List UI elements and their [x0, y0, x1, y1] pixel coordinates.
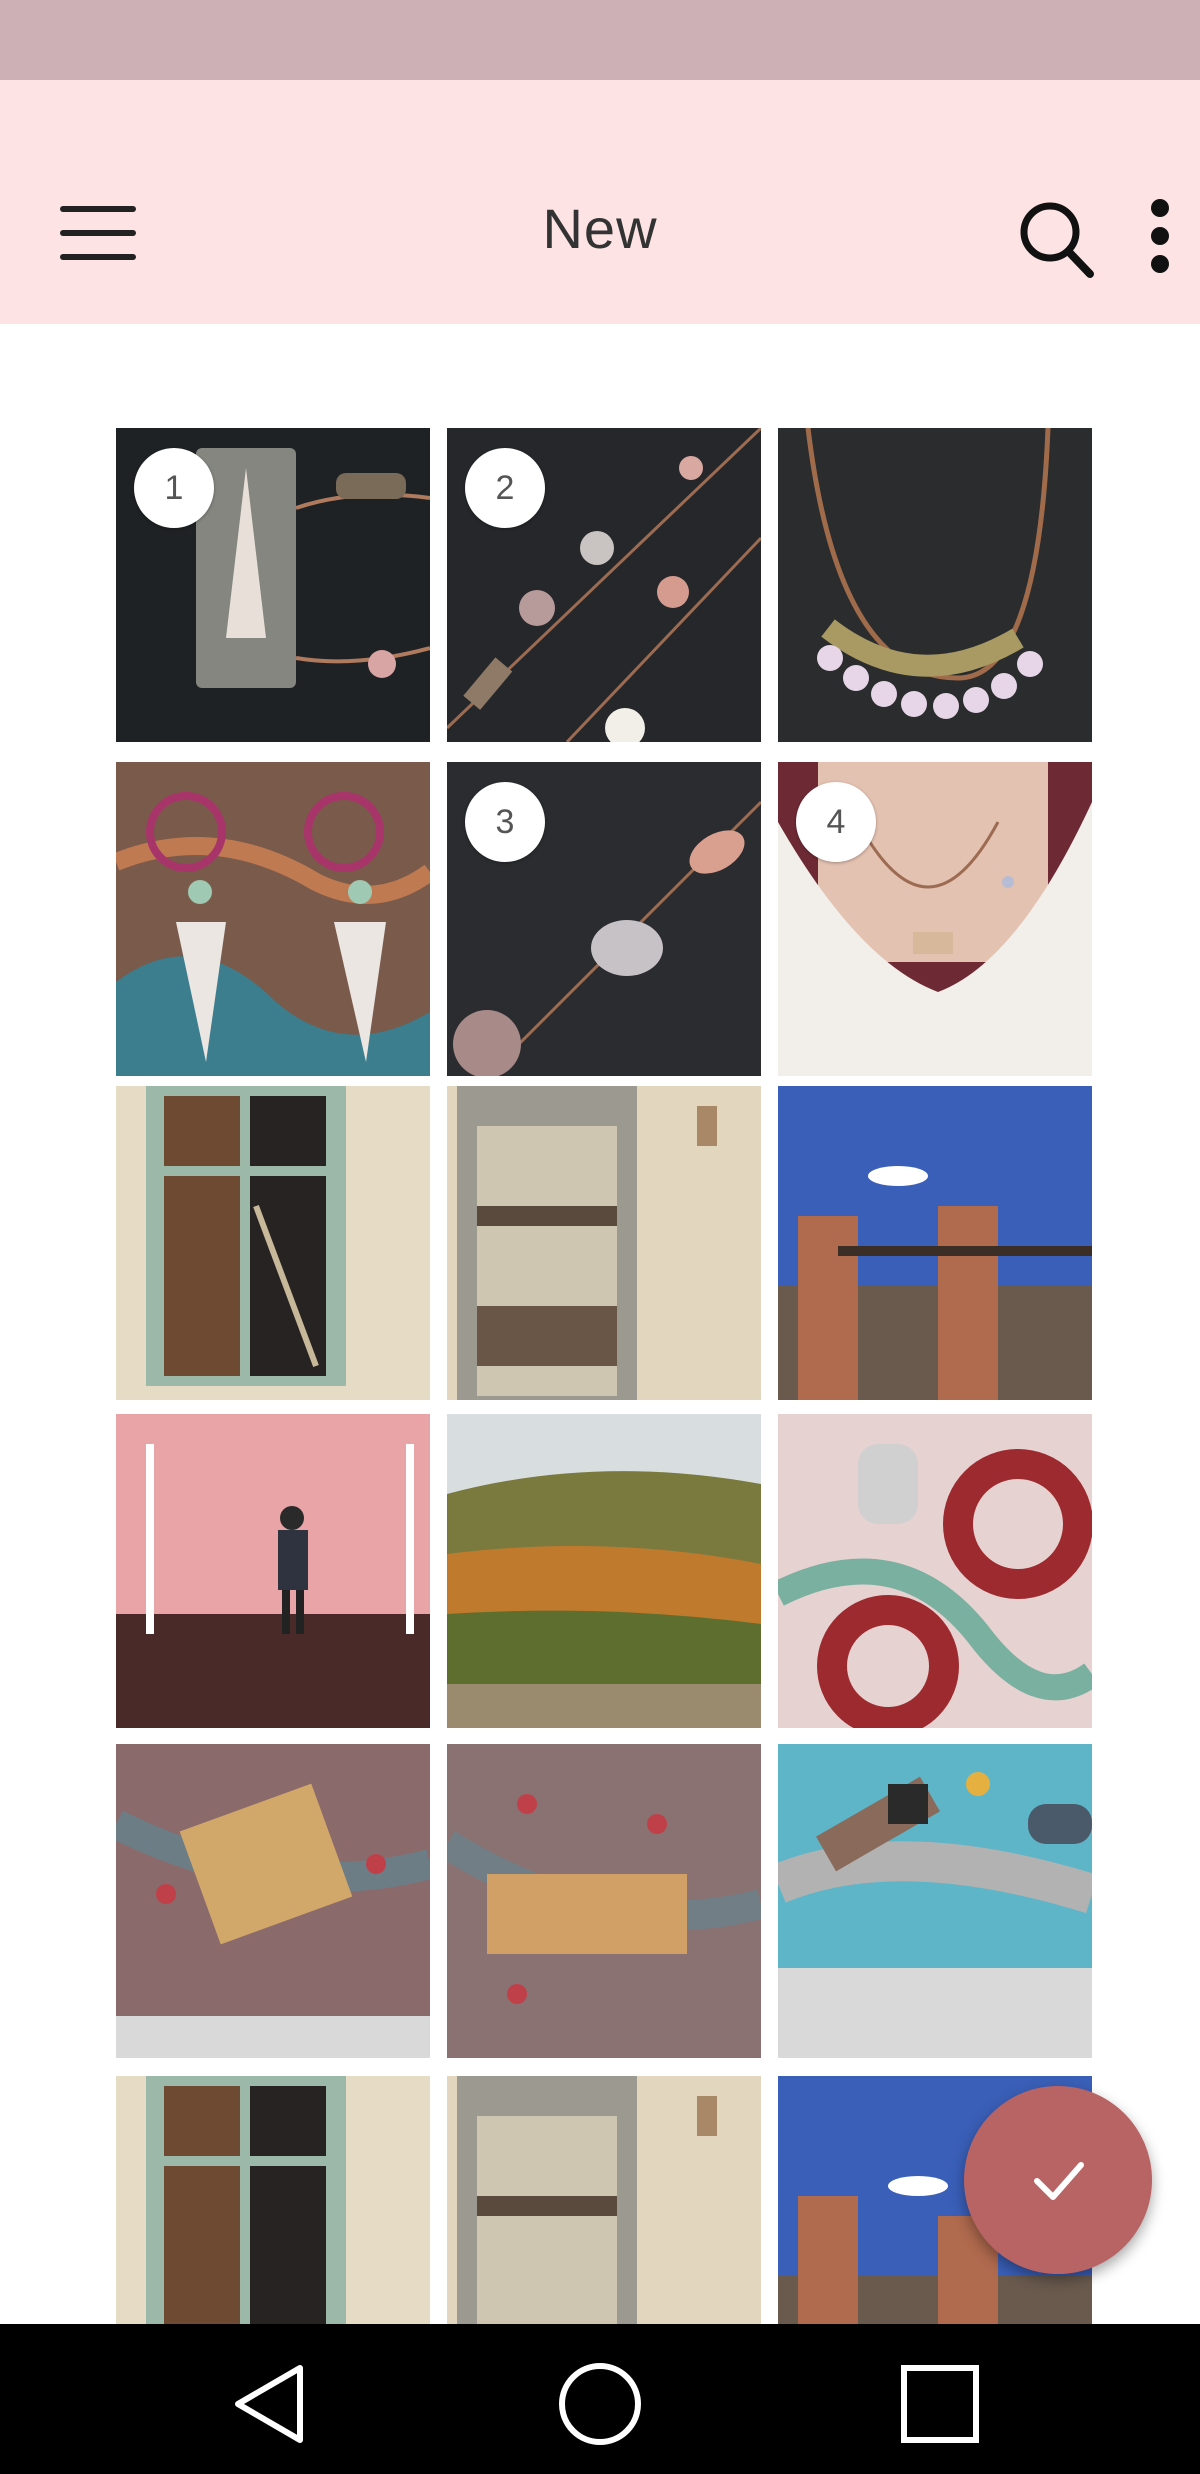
- more-vert-icon: [1151, 199, 1169, 273]
- photo-tile[interactable]: [778, 1744, 1092, 2058]
- red-ring-earrings-image: [778, 1414, 1092, 1728]
- system-navigation-bar: [0, 2324, 1200, 2474]
- weathered-door-image: [447, 1086, 761, 1400]
- recents-button[interactable]: [880, 2354, 1000, 2454]
- brick-ruins-image: [778, 1086, 1092, 1400]
- home-button[interactable]: [540, 2354, 660, 2454]
- selection-order-badge: 1: [134, 448, 214, 528]
- weathered-door-image-2: [447, 2076, 761, 2324]
- person-neon-room-image: [116, 1414, 430, 1728]
- old-window-image: [116, 1086, 430, 1400]
- photo-tile[interactable]: 2: [447, 428, 761, 742]
- brass-bar-bracelet-image: [116, 1744, 430, 2016]
- photo-tile[interactable]: [778, 1086, 1092, 1400]
- home-circle-icon: [559, 2363, 641, 2445]
- photo-tile[interactable]: 3: [447, 762, 761, 1076]
- photo-tile[interactable]: [116, 762, 430, 1076]
- hoop-earrings-image: [116, 762, 430, 1076]
- back-button[interactable]: [210, 2354, 330, 2454]
- photo-tile[interactable]: [116, 2076, 430, 2324]
- search-button[interactable]: [1012, 192, 1102, 282]
- search-icon: [1020, 202, 1094, 278]
- status-bar: [0, 0, 1200, 80]
- photo-tile[interactable]: [116, 1414, 430, 1728]
- photo-tile[interactable]: 4: [778, 762, 1092, 1076]
- photo-tile[interactable]: [447, 1086, 761, 1400]
- more-options-button[interactable]: [1130, 192, 1190, 282]
- confirm-selection-button[interactable]: [964, 2086, 1152, 2274]
- photo-tile[interactable]: [447, 2076, 761, 2324]
- back-triangle-icon: [235, 2365, 303, 2443]
- photo-tile[interactable]: [447, 1414, 761, 1728]
- old-window-image-2: [116, 2076, 430, 2324]
- photo-tile[interactable]: [778, 428, 1092, 742]
- selection-order-badge: 2: [465, 448, 545, 528]
- autumn-forest-image: [447, 1414, 761, 1728]
- photo-tile[interactable]: [778, 1414, 1092, 1728]
- photo-tile[interactable]: [116, 1744, 430, 2058]
- photo-tile[interactable]: [116, 1086, 430, 1400]
- recents-square-icon: [901, 2365, 979, 2443]
- selection-order-badge: 4: [796, 782, 876, 862]
- selection-order-badge: 3: [465, 782, 545, 862]
- photo-grid: 1 2 3 4: [0, 324, 1200, 2324]
- photo-tile[interactable]: [447, 1744, 761, 2058]
- brass-bar-necklace-image: [447, 1744, 761, 2058]
- check-icon: [1034, 2162, 1084, 2200]
- photo-tile[interactable]: 1: [116, 428, 430, 742]
- key-pendant-image: [778, 1744, 1092, 1968]
- crystal-necklace-image: [778, 428, 1092, 742]
